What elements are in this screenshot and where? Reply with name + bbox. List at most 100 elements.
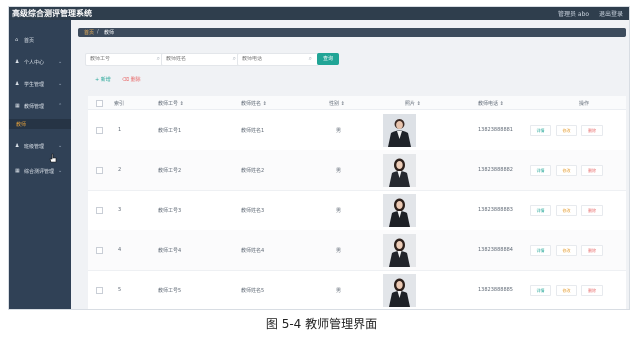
cell-teacher-name: 教师姓名4 — [241, 248, 265, 254]
edit-button[interactable]: 修改 — [556, 205, 577, 216]
detail-button[interactable]: 详情 — [530, 165, 551, 176]
teacher-phone-input[interactable] — [242, 56, 298, 62]
chevron-up-icon: ⌃ — [58, 103, 63, 109]
row-checkbox[interactable] — [96, 247, 103, 254]
table-row: 5 教师工号5 教师姓名5 男 13823888885 详情 修改 删除 — [88, 270, 626, 309]
sidebar-item-label: 学生管理 — [24, 82, 45, 88]
row-delete-button[interactable]: 删除 — [581, 245, 603, 256]
sidebar-item-evaluation[interactable]: ▦ 综合测评管理 ⌄ — [9, 166, 71, 176]
header-photo[interactable]: 照片 ⇕ — [405, 100, 421, 107]
search-icon: ⌕ — [232, 55, 236, 62]
logout-link[interactable]: 退出登录 — [599, 11, 623, 18]
table-row: 4 教师工号4 教师姓名4 男 13823888884 详情 修改 删除 — [88, 230, 626, 271]
cell-teacher-no: 教师工号3 — [158, 208, 182, 214]
app-screenshot: 高级综合测评管理系统 管理员 abo 退出登录 ⌂ 首页 ♟ 个人中心 ⌄ ♟ … — [8, 6, 630, 310]
figure-caption: 图 5-4 教师管理界面 — [265, 317, 378, 331]
user-icon: ♟ — [15, 81, 20, 87]
header-phone[interactable]: 教师电话 ⇕ — [478, 100, 504, 107]
sidebar-item-home[interactable]: ⌂ 首页 — [9, 35, 71, 45]
header-actions: 操作 — [579, 101, 590, 107]
cell-index: 3 — [118, 207, 122, 213]
header-index: 索引 — [114, 101, 125, 107]
row-checkbox[interactable] — [96, 287, 103, 294]
cell-teacher-name: 教师姓名5 — [241, 288, 265, 294]
chevron-down-icon: ⌄ — [58, 168, 63, 174]
cell-phone: 13823888884 — [478, 247, 513, 253]
cell-teacher-no: 教师工号1 — [158, 128, 182, 134]
table-header: 索引 教师工号 ⇕ 教师姓名 ⇕ 性别 ⇕ 照片 ⇕ 教师电话 ⇕ 操作 — [88, 96, 626, 110]
teacher-photo — [383, 194, 416, 227]
add-button[interactable]: + 新增 — [95, 76, 111, 83]
cell-gender: 男 — [336, 128, 342, 134]
home-icon: ⌂ — [15, 37, 19, 43]
chevron-down-icon: ⌄ — [58, 81, 63, 87]
edit-button[interactable]: 修改 — [556, 165, 577, 176]
delete-button[interactable]: ⌫ 删除 — [122, 76, 141, 83]
trash-icon: ⌫ — [122, 77, 131, 83]
main-content: 首页 / 教师 ⌕ ⌕ ⌕ 查询 + 新增 ⌫ 删除 — [71, 20, 629, 309]
cell-gender: 男 — [336, 208, 342, 214]
row-checkbox[interactable] — [96, 167, 103, 174]
grid-icon: ▦ — [15, 168, 20, 174]
detail-button[interactable]: 详情 — [530, 245, 551, 256]
teacher-photo — [383, 274, 416, 307]
user-label[interactable]: 管理员 abo — [558, 11, 589, 18]
cell-gender: 男 — [336, 168, 342, 174]
row-delete-button[interactable]: 删除 — [581, 285, 603, 296]
header-teacher-no[interactable]: 教师工号 ⇕ — [158, 100, 184, 107]
cell-index: 5 — [118, 287, 122, 293]
cell-teacher-name: 教师姓名2 — [241, 168, 265, 174]
cell-teacher-no: 教师工号2 — [158, 168, 182, 174]
teacher-no-field[interactable]: ⌕ — [85, 53, 167, 66]
sidebar-item-students[interactable]: ♟ 学生管理 ⌄ — [9, 79, 71, 89]
search-button[interactable]: 查询 — [317, 53, 339, 65]
user-icon: ♟ — [15, 143, 20, 149]
teacher-phone-field[interactable]: ⌕ — [237, 53, 319, 66]
edit-button[interactable]: 修改 — [556, 125, 577, 136]
breadcrumb-home[interactable]: 首页 — [84, 29, 94, 36]
cell-teacher-name: 教师姓名1 — [241, 128, 265, 134]
detail-button[interactable]: 详情 — [530, 205, 551, 216]
row-checkbox[interactable] — [96, 127, 103, 134]
sidebar-item-label: 个人中心 — [24, 60, 45, 66]
row-delete-button[interactable]: 删除 — [581, 165, 603, 176]
header-gender[interactable]: 性别 ⇕ — [329, 100, 345, 107]
cell-teacher-no: 教师工号4 — [158, 248, 182, 254]
sidebar-item-label: 教师管理 — [24, 104, 45, 110]
row-checkbox[interactable] — [96, 207, 103, 214]
sidebar-item-profile[interactable]: ♟ 个人中心 ⌄ — [9, 57, 71, 67]
row-delete-button[interactable]: 删除 — [581, 205, 603, 216]
teacher-name-input[interactable] — [166, 56, 222, 62]
user-icon: ♟ — [15, 59, 20, 65]
cell-teacher-name: 教师姓名3 — [241, 208, 265, 214]
cell-teacher-no: 教师工号5 — [158, 288, 182, 294]
teacher-name-field[interactable]: ⌕ — [161, 53, 243, 66]
search-bar: ⌕ ⌕ ⌕ 查询 — [85, 53, 485, 66]
edit-button[interactable]: 修改 — [556, 245, 577, 256]
cell-phone: 13823888885 — [478, 287, 513, 293]
select-all-checkbox[interactable] — [96, 100, 103, 107]
cell-gender: 男 — [336, 248, 342, 254]
hand-cursor-icon — [49, 153, 57, 163]
teacher-no-input[interactable] — [90, 56, 146, 62]
detail-button[interactable]: 详情 — [530, 125, 551, 136]
sidebar-item-teacher-management[interactable]: ▦ 教师管理 ⌃ — [9, 101, 71, 111]
cell-gender: 男 — [336, 288, 342, 294]
sidebar-item-label: 班级管理 — [24, 144, 45, 150]
top-bar: 高级综合测评管理系统 管理员 abo 退出登录 — [9, 7, 629, 20]
edit-button[interactable]: 修改 — [556, 285, 577, 296]
table-row: 3 教师工号3 教师姓名3 男 13823888883 详情 修改 删除 — [88, 190, 626, 231]
search-icon: ⌕ — [308, 55, 312, 62]
cell-index: 2 — [118, 167, 122, 173]
sidebar-item-classes[interactable]: ♟ 班级管理 ⌄ — [9, 141, 71, 151]
cell-phone: 13823888882 — [478, 167, 513, 173]
sidebar-item-teacher[interactable]: 教师 — [9, 119, 71, 129]
table-row: 2 教师工号2 教师姓名2 男 13823888882 详情 修改 删除 — [88, 150, 626, 191]
app-title: 高级综合测评管理系统 — [12, 9, 92, 18]
breadcrumb: 首页 / 教师 — [78, 28, 626, 37]
detail-button[interactable]: 详情 — [530, 285, 551, 296]
cell-index: 1 — [118, 127, 122, 133]
row-delete-button[interactable]: 删除 — [581, 125, 603, 136]
header-teacher-name[interactable]: 教师姓名 ⇕ — [241, 100, 267, 107]
teacher-photo — [383, 114, 416, 147]
